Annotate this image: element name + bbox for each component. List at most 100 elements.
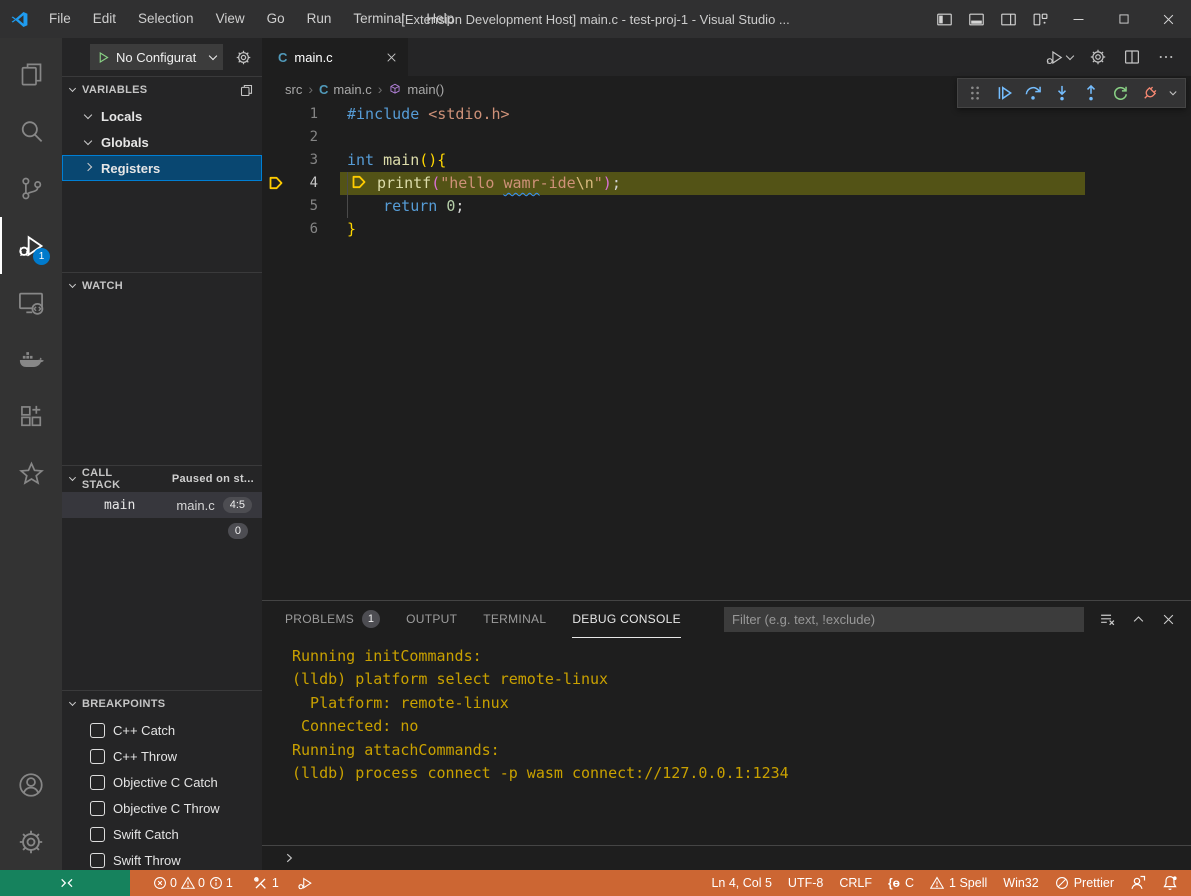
glyph-margin[interactable] [262,149,292,172]
console-filter-input[interactable] [724,607,1084,632]
debug-settings-gear-icon[interactable] [235,49,252,66]
source-control-icon[interactable] [0,160,62,217]
glyph-margin[interactable] [262,195,292,218]
step-into-icon[interactable] [1048,80,1076,106]
checkbox-unchecked[interactable] [90,749,105,764]
editor-settings-gear-icon[interactable] [1089,48,1107,66]
current-frame-arrow-icon[interactable] [262,172,292,195]
debug-console-input[interactable] [262,845,1191,870]
checkbox-unchecked[interactable] [90,775,105,790]
glyph-margin[interactable] [262,103,292,126]
extensions-icon[interactable] [0,388,62,445]
variables-item-locals[interactable]: Locals [62,103,262,129]
line-number[interactable]: 1 [292,103,318,126]
breakpoint-row[interactable]: Swift Catch [62,821,262,847]
minimize-button[interactable] [1056,0,1101,38]
problems-status[interactable]: 0 0 1 [148,870,238,896]
explorer-icon[interactable] [0,46,62,103]
split-editor-icon[interactable] [1123,48,1141,66]
step-out-icon[interactable] [1077,80,1105,106]
panel-tab-debug-console[interactable]: DEBUG CONSOLE [572,601,681,638]
eol-indicator[interactable]: CRLF [834,876,877,890]
language-mode[interactable]: {өC [883,876,919,890]
notifications-status[interactable] [1157,875,1183,891]
variables-item-registers[interactable]: Registers [62,155,262,181]
account-icon[interactable] [0,756,62,813]
run-debug-icon[interactable]: 1 [0,217,62,274]
docker-icon[interactable] [0,331,62,388]
checkbox-unchecked[interactable] [90,723,105,738]
customize-layout-icon[interactable] [1024,0,1056,38]
chevron-down-icon[interactable] [1164,80,1182,106]
checkbox-unchecked[interactable] [90,853,105,868]
maximize-button[interactable] [1101,0,1146,38]
breadcrumb-file[interactable]: Cmain.c [319,82,372,97]
watch-header[interactable]: WATCH [62,273,262,299]
launch-config-dropdown[interactable]: No Configurat [90,44,223,70]
breadcrumb-symbol[interactable]: main() [388,82,444,97]
spell-checker-status[interactable]: 1 Spell [925,876,992,890]
maximize-panel-icon[interactable] [1131,612,1146,627]
clear-console-icon[interactable] [1099,611,1116,628]
breadcrumb-src[interactable]: src [285,82,302,97]
toggle-secondary-sidebar-icon[interactable] [992,0,1024,38]
toolchain-status[interactable]: 1 [248,870,284,896]
restart-icon[interactable] [1106,80,1134,106]
code-line[interactable]: 2 [262,126,1191,149]
copy-icon[interactable] [239,83,254,98]
breakpoint-row[interactable]: C++ Throw [62,743,262,769]
star-icon[interactable] [0,445,62,502]
settings-gear-icon[interactable] [0,813,62,870]
menu-edit[interactable]: Edit [82,0,127,38]
menu-selection[interactable]: Selection [127,0,205,38]
close-button[interactable] [1146,0,1191,38]
cursor-position[interactable]: Ln 4, Col 5 [706,876,776,890]
panel-tab-terminal[interactable]: TERMINAL [483,601,546,638]
encoding-indicator[interactable]: UTF-8 [783,876,828,890]
line-number[interactable]: 3 [292,149,318,172]
more-actions-icon[interactable] [1157,48,1175,66]
checkbox-unchecked[interactable] [90,827,105,842]
formatter-status[interactable]: Prettier [1050,876,1119,890]
menu-run[interactable]: Run [296,0,343,38]
panel-tab-output[interactable]: OUTPUT [406,601,457,638]
code-line[interactable]: 5 return 0; [262,195,1191,218]
panel-tab-problems[interactable]: PROBLEMS1 [285,601,380,638]
code-line[interactable]: 4printf("hello wamr-ide\n"); [262,172,1191,195]
breakpoint-row[interactable]: Objective C Catch [62,769,262,795]
platform-indicator[interactable]: Win32 [998,876,1043,890]
call-stack-header[interactable]: CALL STACK Paused on st... [62,466,262,492]
line-number[interactable]: 6 [292,218,318,241]
checkbox-unchecked[interactable] [90,801,105,816]
drag-grip-icon[interactable] [961,80,989,106]
code-line[interactable]: 3int main(){ [262,149,1191,172]
tab-main-c[interactable]: C main.c [262,38,408,76]
run-or-debug-button[interactable] [1045,48,1073,67]
breakpoints-header[interactable]: BREAKPOINTS [62,691,262,717]
remote-explorer-icon[interactable] [0,274,62,331]
code-editor[interactable]: 1#include <stdio.h>23int main(){4printf(… [262,102,1191,600]
glyph-margin[interactable] [262,218,292,241]
menu-go[interactable]: Go [256,0,296,38]
variables-header[interactable]: VARIABLES [62,77,262,103]
remote-indicator[interactable] [0,870,130,896]
line-number[interactable]: 4 [292,172,318,195]
toggle-sidebar-icon[interactable] [928,0,960,38]
menu-view[interactable]: View [205,0,256,38]
breakpoint-row[interactable]: Swift Throw [62,847,262,870]
close-panel-icon[interactable] [1161,612,1176,627]
continue-icon[interactable] [990,80,1018,106]
close-tab-icon[interactable] [385,51,398,64]
feedback-status[interactable] [1125,875,1151,891]
stack-frame-row[interactable]: main main.c 4:5 [62,492,262,518]
line-number[interactable]: 5 [292,195,318,218]
line-number[interactable]: 2 [292,126,318,149]
breakpoint-row[interactable]: Objective C Throw [62,795,262,821]
debug-status[interactable] [292,870,319,896]
breakpoint-row[interactable]: C++ Catch [62,717,262,743]
toggle-panel-icon[interactable] [960,0,992,38]
variables-item-globals[interactable]: Globals [62,129,262,155]
menu-file[interactable]: File [38,0,82,38]
step-over-icon[interactable] [1019,80,1047,106]
glyph-margin[interactable] [262,126,292,149]
